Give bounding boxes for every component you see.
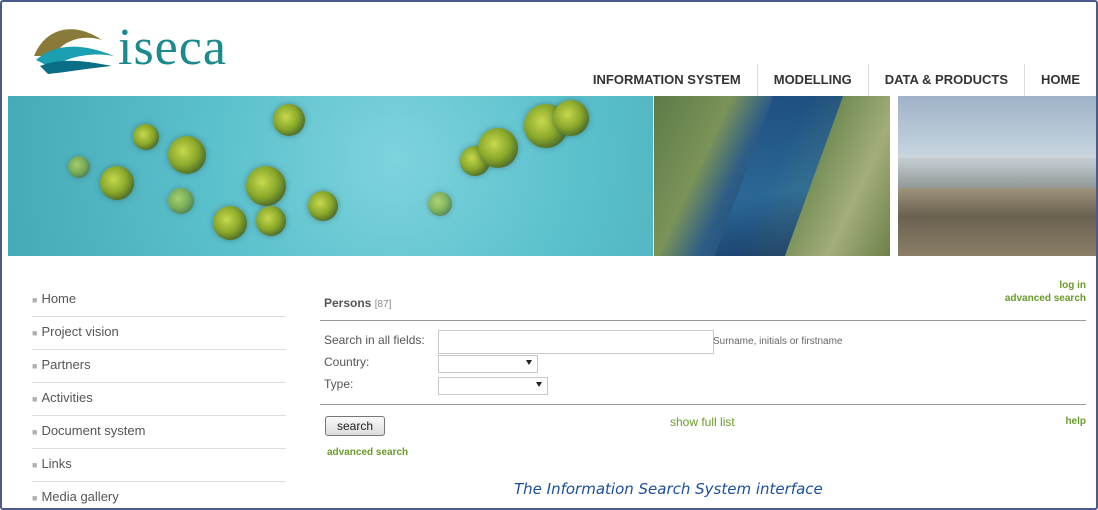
wave-logo-icon: [34, 29, 114, 74]
top-navigation: INFORMATION SYSTEM MODELLING DATA & PROD…: [577, 64, 1096, 96]
site-logo[interactable]: iseca: [32, 16, 242, 76]
sidebar-item-label: Partners: [41, 357, 91, 372]
sidebar-item-media-gallery[interactable]: ■ Media gallery: [32, 482, 286, 508]
page-title-text: Persons: [324, 296, 372, 310]
sidebar-item-label: Media gallery: [41, 489, 119, 504]
banner-satellite-image: [654, 96, 890, 256]
sidebar-item-label: Links: [41, 456, 72, 471]
search-button[interactable]: search: [325, 416, 385, 436]
square-bullet-icon: ■: [32, 393, 38, 404]
chevron-down-icon: [526, 360, 532, 365]
sidebar-item-label: Home: [41, 291, 77, 306]
square-bullet-icon: ■: [32, 294, 38, 305]
square-bullet-icon: ■: [32, 360, 38, 371]
login-link[interactable]: log in: [1059, 280, 1086, 291]
help-link[interactable]: help: [1065, 416, 1086, 427]
nav-data-products[interactable]: DATA & PRODUCTS: [867, 64, 1024, 96]
square-bullet-icon: ■: [32, 426, 38, 437]
advanced-search-link-bottom[interactable]: advanced search: [327, 447, 408, 458]
sidebar-item-links[interactable]: ■ Links: [32, 449, 286, 482]
header-banner: [8, 96, 1096, 256]
nav-information-system[interactable]: INFORMATION SYSTEM: [577, 64, 757, 96]
country-label: Country:: [324, 355, 370, 369]
sidebar-item-label: Activities: [41, 390, 93, 405]
page-frame: iseca INFORMATION SYSTEM MODELLING DATA …: [0, 0, 1098, 510]
nav-modelling[interactable]: MODELLING: [756, 64, 868, 96]
chevron-down-icon: [536, 382, 542, 387]
sidebar-item-activities[interactable]: ■ Activities: [32, 383, 286, 416]
sidebar-item-label: Project vision: [41, 324, 119, 339]
search-all-label: Search in all fields:: [324, 333, 425, 347]
sidebar: ■ Home ■ Project vision ■ Partners ■ Activit…: [32, 284, 286, 508]
sidebar-item-partners[interactable]: ■ Partners: [32, 350, 286, 383]
square-bullet-icon: ■: [32, 459, 38, 470]
search-hint: Surname, initials or firstname: [713, 336, 843, 347]
search-all-input[interactable]: [438, 330, 714, 354]
page-title: Persons [87]: [324, 296, 391, 310]
type-label: Type:: [324, 377, 354, 391]
sidebar-item-label: Document system: [41, 423, 146, 438]
square-bullet-icon: ■: [32, 327, 38, 338]
divider: [320, 320, 1086, 321]
divider: [320, 404, 1086, 405]
result-count: [87]: [374, 299, 392, 310]
sidebar-item-project-vision[interactable]: ■ Project vision: [32, 317, 286, 350]
show-full-list-link[interactable]: show full list: [670, 415, 735, 429]
advanced-search-link-top[interactable]: advanced search: [1005, 293, 1086, 304]
square-bullet-icon: ■: [32, 492, 38, 503]
sidebar-item-home[interactable]: ■ Home: [32, 284, 286, 317]
logo-text: iseca: [118, 19, 227, 76]
banner-beach-image: [898, 96, 1096, 256]
country-select[interactable]: [438, 355, 538, 373]
banner-algae-image: [8, 96, 653, 256]
nav-home[interactable]: HOME: [1024, 64, 1096, 96]
sidebar-item-document-system[interactable]: ■ Document system: [32, 416, 286, 449]
type-select[interactable]: [438, 377, 548, 395]
figure-caption: The Information Search System interface: [514, 480, 823, 498]
